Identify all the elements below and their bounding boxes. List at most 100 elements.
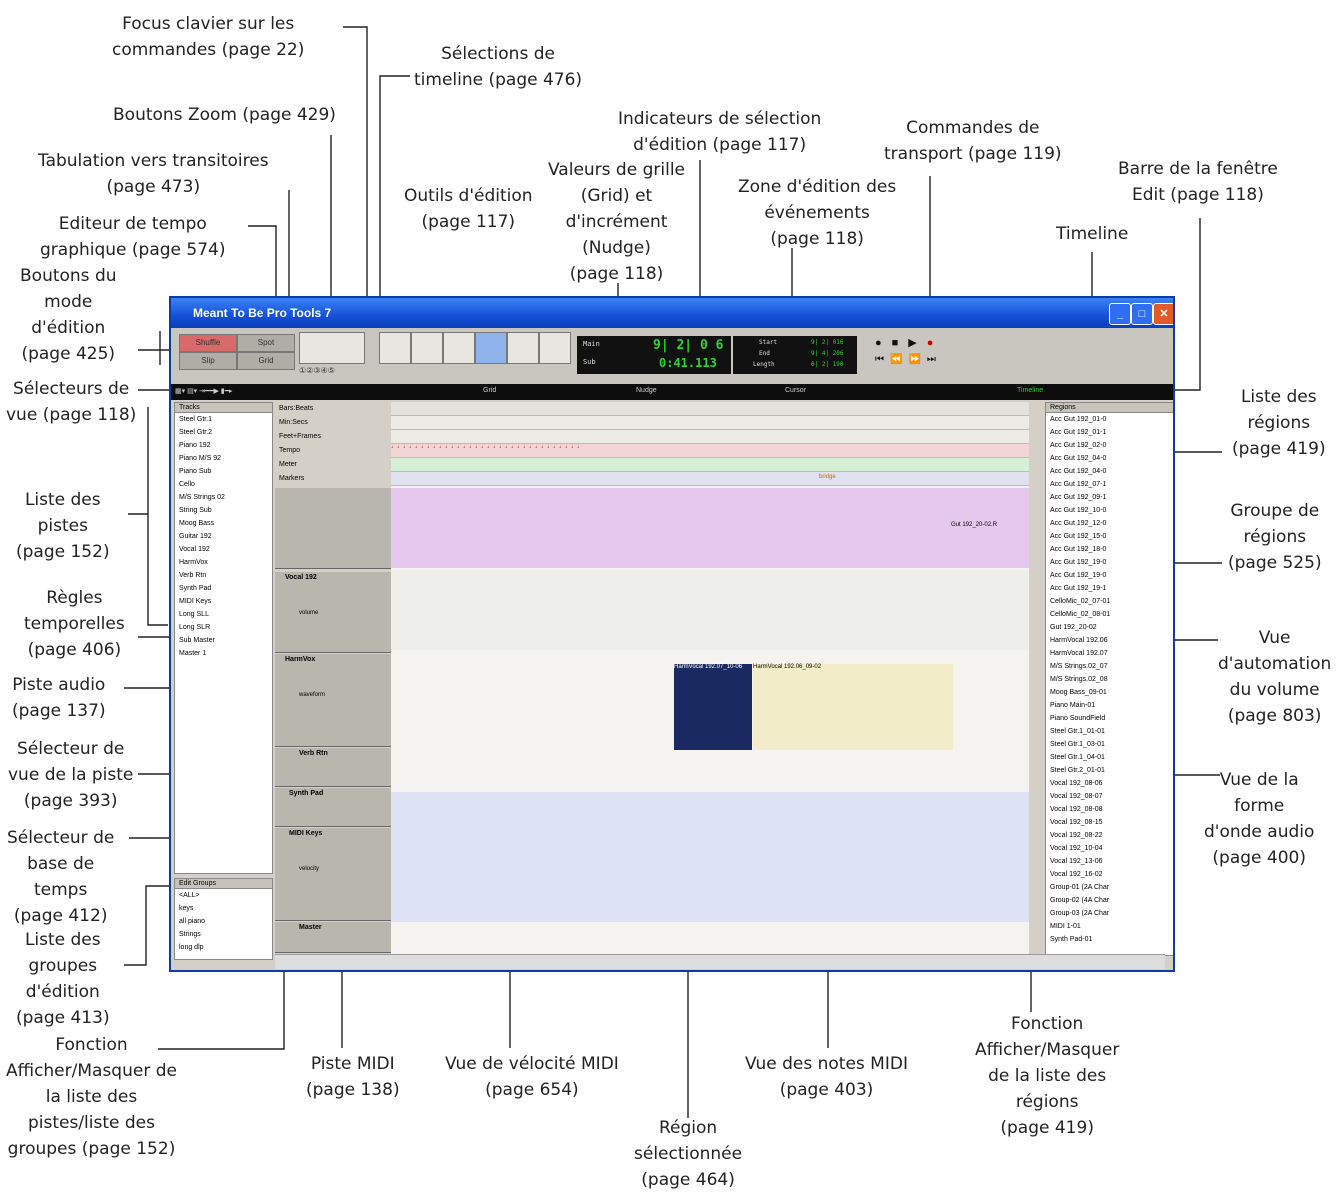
trimmer-tool[interactable]: [411, 332, 443, 364]
horizontal-scrollbar[interactable]: [275, 954, 1165, 969]
track-list-item[interactable]: Cello: [175, 478, 272, 491]
region-list-item[interactable]: Group-02 (4A Char: [1046, 894, 1173, 907]
region-list-item[interactable]: Vocal 192_08-06: [1046, 777, 1173, 790]
ruler-name[interactable]: Feet+Frames: [275, 430, 389, 444]
track-list-item[interactable]: Vocal 192: [175, 543, 272, 556]
view-selectors[interactable]: ▦▾ ▤▾ ⇥━━▶ ▮━▸: [175, 387, 232, 395]
region-list-item[interactable]: Vocal 192_16-02: [1046, 868, 1173, 881]
track-list-item[interactable]: Long SLL: [175, 608, 272, 621]
region-list-item[interactable]: Acc Gut 192_12-0: [1046, 517, 1173, 530]
region-list-item[interactable]: Acc Gut 192_09-1: [1046, 491, 1173, 504]
ruler-name[interactable]: Bars:Beats: [275, 402, 389, 416]
shuffle-mode-button[interactable]: Shuffle: [179, 334, 237, 352]
region-list-item[interactable]: Vocal 192_08-08: [1046, 803, 1173, 816]
edit-groups-header[interactable]: Edit Groups: [175, 879, 272, 889]
region-list-item[interactable]: Acc Gut 192_04-0: [1046, 465, 1173, 478]
region-list-item[interactable]: HarmVocal 192.07: [1046, 647, 1173, 660]
region-list-item[interactable]: M/S Strings.02_07: [1046, 660, 1173, 673]
region-list-item[interactable]: Steel Gtr.1_01-01: [1046, 725, 1173, 738]
track-list-item[interactable]: Verb Rtn: [175, 569, 272, 582]
region-list-item[interactable]: Acc Gut 192_07-1: [1046, 478, 1173, 491]
track-list-item[interactable]: Synth Pad: [175, 582, 272, 595]
meter-ruler[interactable]: [391, 458, 1029, 472]
ruler-name[interactable]: Meter: [275, 458, 389, 472]
region-list-item[interactable]: Gut 192_20-02: [1046, 621, 1173, 634]
regions-list-panel[interactable]: Regions Acc Gut 192_01-0 Acc Gut 192_01-1…: [1045, 402, 1173, 956]
bars-beats-ruler[interactable]: [391, 402, 1029, 416]
vocal-track-header[interactable]: Vocal 192 volume: [275, 572, 391, 653]
harmvox-track-view-selector[interactable]: waveform: [299, 692, 325, 698]
grid-mode-button[interactable]: Grid: [237, 352, 295, 370]
region-list-item[interactable]: Acc Gut 192_19-0: [1046, 569, 1173, 582]
harmvox-track-header[interactable]: HarmVox waveform: [275, 654, 391, 747]
tempo-ruler[interactable]: ♩♩♩♩♩♩♩♩♩♩♩♩♩♩♩♩♩♩♩♩♩♩♩♩♩♩♩♩♩♩♩♩: [391, 444, 1029, 458]
transport-top-row[interactable]: ●■▶●: [875, 336, 943, 349]
track-list-item[interactable]: HarmVox: [175, 556, 272, 569]
region-list-item[interactable]: Vocal 192_13-06: [1046, 855, 1173, 868]
grabber-tool[interactable]: [475, 332, 507, 364]
edit-group-item[interactable]: keys: [175, 902, 272, 915]
min-secs-ruler[interactable]: [391, 416, 1029, 430]
zoom-buttons[interactable]: [299, 332, 365, 364]
edit-area[interactable]: ♩♩♩♩♩♩♩♩♩♩♩♩♩♩♩♩♩♩♩♩♩♩♩♩♩♩♩♩♩♩♩♩ bridge …: [391, 402, 1029, 954]
track-list-item[interactable]: Guitar 192: [175, 530, 272, 543]
region-list-item[interactable]: MIDI 1-01: [1046, 920, 1173, 933]
region-list-item[interactable]: Vocal 192_08-07: [1046, 790, 1173, 803]
edit-group-item[interactable]: <ALL>: [175, 889, 272, 902]
harmvox-track-header-top[interactable]: [275, 488, 391, 569]
region-group[interactable]: Gut 192_20-02.R: [391, 488, 1029, 568]
master-track-header[interactable]: Master: [275, 922, 391, 953]
harmvocal-region[interactable]: HarmVocal 192.06_09-02: [753, 664, 953, 750]
track-list-item[interactable]: Long SLR: [175, 621, 272, 634]
selector-tool[interactable]: [443, 332, 475, 364]
region-list-item[interactable]: Acc Gut 192_19-1: [1046, 582, 1173, 595]
tracks-header[interactable]: Tracks: [175, 403, 272, 413]
close-button[interactable]: ✕: [1153, 303, 1173, 325]
region-list-item[interactable]: M/S Strings.02_08: [1046, 673, 1173, 686]
minimize-button[interactable]: _: [1109, 303, 1131, 325]
maximize-button[interactable]: □: [1131, 303, 1153, 325]
markers-ruler[interactable]: bridge: [391, 472, 1029, 486]
track-list-item[interactable]: Piano Sub: [175, 465, 272, 478]
midi-track-view-selector[interactable]: velocity: [299, 866, 319, 872]
main-counter[interactable]: Main Sub 9| 2| 0 6 0:41.113: [577, 336, 731, 374]
region-list-item[interactable]: Acc Gut 192_15-0: [1046, 530, 1173, 543]
bridge-marker[interactable]: bridge: [819, 474, 836, 480]
region-list-item[interactable]: CelloMic_02_08-01: [1046, 608, 1173, 621]
region-list-item[interactable]: Steel Gtr.1_03-01: [1046, 738, 1173, 751]
edit-group-item[interactable]: all piano: [175, 915, 272, 928]
track-list-item[interactable]: Steel Gtr.2: [175, 426, 272, 439]
nudge-label[interactable]: Nudge: [636, 387, 657, 394]
track-list-item[interactable]: Piano M/S 92: [175, 452, 272, 465]
transport-controls[interactable]: ●■▶● ⏮⏪⏩⏭: [871, 332, 991, 372]
ruler-name[interactable]: Markers: [275, 472, 389, 486]
region-list-item[interactable]: Vocal 192_08-15: [1046, 816, 1173, 829]
region-list-item[interactable]: Steel Gtr.2_01-01: [1046, 764, 1173, 777]
region-list-item[interactable]: Acc Gut 192_10-0: [1046, 504, 1173, 517]
edit-groups-panel[interactable]: Edit Groups <ALL> keys all piano Strings lon…: [174, 878, 273, 960]
track-list-item[interactable]: Piano 192: [175, 439, 272, 452]
region-list-item[interactable]: Acc Gut 192_18-0: [1046, 543, 1173, 556]
feet-frames-ruler[interactable]: [391, 430, 1029, 444]
region-list-item[interactable]: Acc Gut 192_01-0: [1046, 413, 1173, 426]
region-list-item[interactable]: Acc Gut 192_19-0: [1046, 556, 1173, 569]
vocal-track-view-selector[interactable]: volume: [299, 610, 318, 616]
zoomer-tool[interactable]: [379, 332, 411, 364]
midi-notes-lane[interactable]: [391, 792, 1029, 922]
region-list-item[interactable]: Synth Pad-01: [1046, 933, 1173, 946]
regions-header[interactable]: Regions: [1046, 403, 1173, 413]
region-list-item[interactable]: HarmVocal 192.06: [1046, 634, 1173, 647]
region-list-item[interactable]: Group-03 (2A Char: [1046, 907, 1173, 920]
track-list-item[interactable]: M/S Strings 02: [175, 491, 272, 504]
ruler-name[interactable]: Tempo: [275, 444, 389, 458]
grid-label[interactable]: Grid: [483, 387, 496, 394]
region-list-item[interactable]: Piano SoundField: [1046, 712, 1173, 725]
region-list-item[interactable]: Vocal 192_10-04: [1046, 842, 1173, 855]
scrubber-tool[interactable]: [507, 332, 539, 364]
tracks-list-panel[interactable]: Tracks Steel Gtr.1 Steel Gtr.2 Piano 192 Pi…: [174, 402, 273, 874]
edit-selection-indicators[interactable]: Start End Length 9| 2| 016 9| 4| 206 0| …: [733, 336, 857, 374]
region-list-item[interactable]: Acc Gut 192_01-1: [1046, 426, 1173, 439]
ruler-name[interactable]: Min:Secs: [275, 416, 389, 430]
edit-group-item[interactable]: Strings: [175, 928, 272, 941]
vocal-track-lane[interactable]: [391, 570, 1029, 650]
